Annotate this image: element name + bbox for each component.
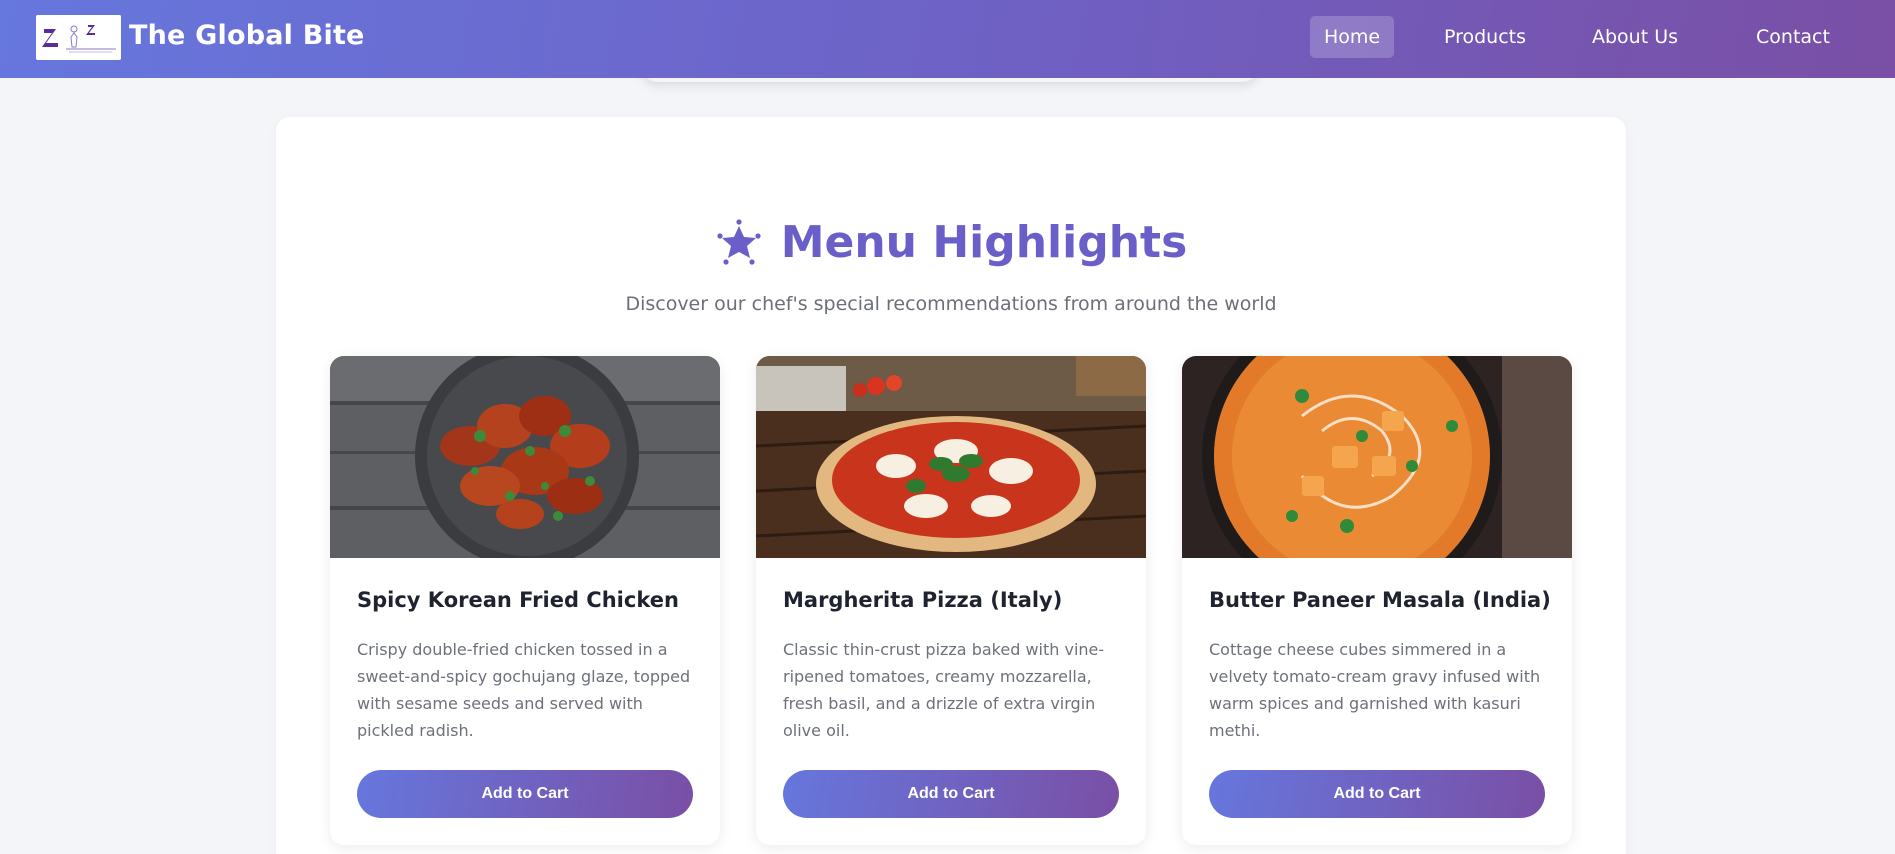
card-image-korean-chicken [330,356,720,558]
section-subtitle: Discover our chef's special recommendati… [625,293,1277,315]
menu-card: Butter Paneer Masala (India) Cottage che… [1182,356,1572,845]
add-to-cart-button[interactable]: Add to Cart [1209,770,1545,818]
brand-logo-icon[interactable] [36,15,121,60]
menu-card: Spicy Korean Fried Chicken Crispy double… [330,356,720,845]
nav-products[interactable]: Products [1437,16,1533,58]
menu-highlights-section: Menu Highlights Discover our chef's spec… [276,117,1626,854]
card-title[interactable]: Spicy Korean Fried Chicken [357,588,679,612]
card-image-margherita-pizza [756,356,1146,558]
nav-contact[interactable]: Contact [1741,16,1845,58]
add-to-cart-button[interactable]: Add to Cart [783,770,1119,818]
section-heading: Menu Highlights [276,217,1626,268]
card-title[interactable]: Margherita Pizza (Italy) [783,588,1062,612]
section-title: Menu Highlights [780,217,1188,268]
card-image-butter-paneer [1182,356,1572,558]
card-description: Crispy double-fried chicken tossed in a … [357,640,691,740]
nav-home[interactable]: Home [1310,16,1394,58]
brand-name[interactable]: The Global Bite [129,20,365,51]
sparkle-star-icon [717,218,761,265]
card-description: Classic thin-crust pizza baked with vine… [783,640,1105,740]
nav-about-us[interactable]: About Us [1583,16,1687,58]
card-description: Cottage cheese cubes simmered in a velve… [1209,640,1541,740]
card-title[interactable]: Butter Paneer Masala (India) [1209,588,1551,612]
site-header: The Global Bite Home Products About Us C… [0,0,1895,78]
menu-card: Margherita Pizza (Italy) Classic thin-cr… [756,356,1146,845]
add-to-cart-button[interactable]: Add to Cart [357,770,693,818]
